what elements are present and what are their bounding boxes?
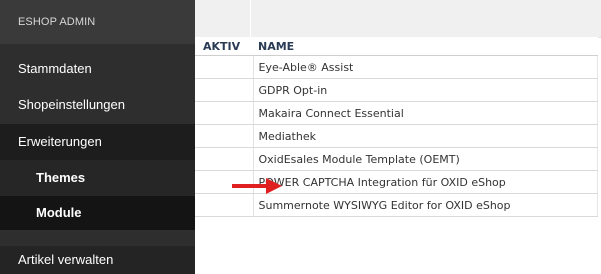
table-row[interactable]: Makaira Connect Essential [195,101,598,125]
arrow-head [266,178,282,194]
sidebar-header: ESHOP ADMIN [0,0,195,44]
active-cell [195,55,254,79]
sidebar-item-label: Stammdaten [18,61,92,76]
sidebar-header-label: ESHOP ADMIN [18,16,96,28]
table-row[interactable]: OxidEsales Module Template (OEMT) [195,147,598,171]
sidebar-item-label: Module [36,205,82,220]
sidebar-item-label: Shopeinstellungen [18,97,125,112]
sidebar-subitem-module[interactable]: Module [0,196,195,230]
sidebar-item-label: Artikel verwalten [18,252,114,267]
active-cell [195,147,254,171]
sidebar-subitem-themes[interactable]: Themes [0,160,195,196]
module-name-link[interactable]: Eye-Able® Assist [253,55,598,79]
sidebar-item-label: Themes [36,170,86,185]
sidebar-item-erweiterungen[interactable]: Erweiterungen [0,124,195,160]
module-name-link[interactable]: Mediathek [253,124,598,148]
red-right-arrow-icon [232,178,282,194]
table-row[interactable]: Mediathek [195,124,598,148]
active-cell [195,193,254,217]
module-name-link[interactable]: GDPR Opt-in [253,78,598,102]
sidebar-item-stammdaten[interactable]: Stammdaten [0,52,195,86]
active-cell [195,78,254,102]
toolbar-divider [250,0,251,37]
arrow-shaft [232,184,268,188]
module-name-link[interactable]: Makaira Connect Essential [253,101,598,125]
list-toolbar [195,0,601,38]
column-header-aktiv[interactable]: AKTIV [195,37,253,56]
module-name-link[interactable]: Summernote WYSIWYG Editor for OXID eShop [253,193,598,217]
sidebar-item-artikel-verwalten[interactable]: Artikel verwalten [0,246,195,274]
active-cell [195,101,254,125]
sidebar: ESHOP ADMIN Stammdaten Shopeinstellungen… [0,0,195,274]
main-panel: AKTIV NAME Eye-Able® Assist GDPR Opt-in … [195,0,601,274]
table-row[interactable]: Eye-Able® Assist [195,55,598,79]
table-header-row: AKTIV NAME [195,37,598,56]
active-cell [195,124,254,148]
table-row[interactable]: Summernote WYSIWYG Editor for OXID eShop [195,193,598,217]
sidebar-item-shopeinstellungen[interactable]: Shopeinstellungen [0,88,195,122]
table-row[interactable]: GDPR Opt-in [195,78,598,102]
module-name-link[interactable]: POWER CAPTCHA Integration für OXID eShop [253,170,598,194]
module-name-link[interactable]: OxidEsales Module Template (OEMT) [253,147,598,171]
sidebar-item-label: Erweiterungen [18,134,102,149]
column-header-name[interactable]: NAME [253,37,598,56]
